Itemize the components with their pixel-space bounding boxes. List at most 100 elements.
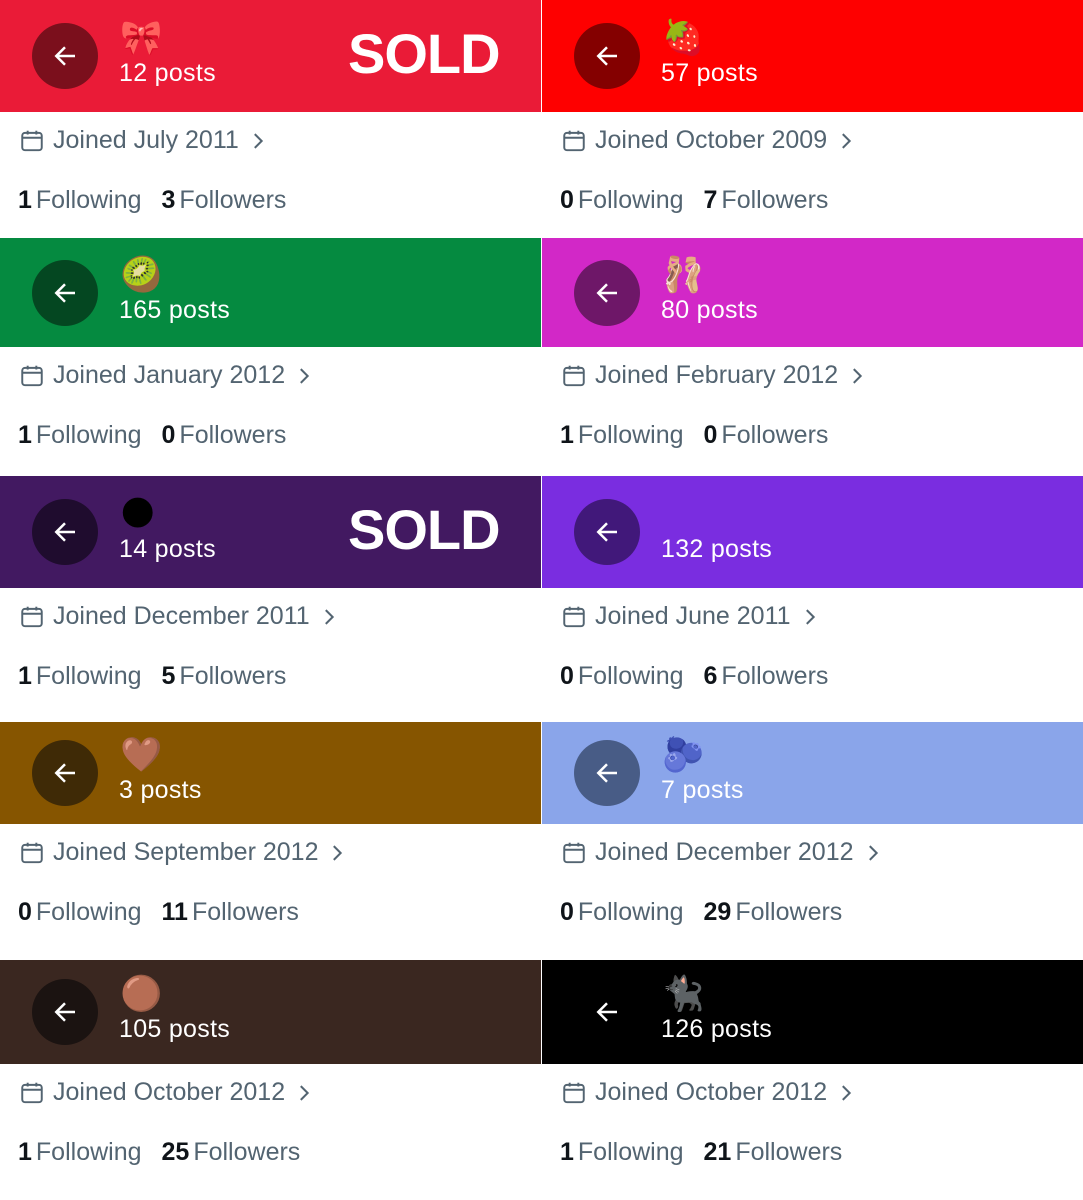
- back-arrow-icon: [592, 997, 622, 1027]
- following-count[interactable]: 1: [560, 421, 574, 450]
- chevron-right-icon: [827, 130, 857, 152]
- followers-count[interactable]: 25: [162, 1138, 190, 1167]
- followers-count[interactable]: 5: [162, 662, 176, 691]
- follow-stats: 1 Following 5 Followers: [18, 662, 286, 691]
- back-arrow-icon: [50, 41, 80, 71]
- join-date[interactable]: Joined June 2011: [561, 602, 821, 631]
- followers-label[interactable]: Followers: [735, 1138, 842, 1167]
- following-count[interactable]: 1: [560, 1138, 574, 1167]
- chevron-right-icon: [318, 842, 348, 864]
- followers-label[interactable]: Followers: [179, 662, 286, 691]
- follow-stats: 1 Following 3 Followers: [18, 186, 286, 215]
- profile-emoji: 🐈‍⬛: [662, 974, 705, 1014]
- followers-count[interactable]: 7: [704, 186, 718, 215]
- join-date-text: Joined October 2012: [595, 1078, 828, 1106]
- chevron-right-icon: [285, 365, 315, 387]
- back-arrow-icon: [592, 517, 622, 547]
- join-date[interactable]: Joined December 2012: [561, 838, 884, 867]
- followers-label[interactable]: Followers: [192, 898, 299, 927]
- followers-label[interactable]: Followers: [721, 421, 828, 450]
- followers-count[interactable]: 0: [162, 421, 176, 450]
- back-arrow-icon: [592, 41, 622, 71]
- profile-emoji: 🎀: [120, 18, 163, 58]
- following-count[interactable]: 0: [18, 898, 32, 927]
- chevron-right-icon: [838, 365, 868, 387]
- calendar-icon: [561, 840, 595, 866]
- join-date-text: Joined February 2012: [595, 361, 839, 389]
- profile-emoji: 🟤: [120, 974, 163, 1014]
- join-date[interactable]: Joined October 2009: [561, 126, 857, 155]
- back-button[interactable]: [574, 260, 640, 326]
- following-label[interactable]: Following: [36, 186, 142, 215]
- join-date-text: Joined July 2011: [53, 126, 239, 154]
- following-label[interactable]: Following: [578, 662, 684, 691]
- followers-label[interactable]: Followers: [193, 1138, 300, 1167]
- following-label[interactable]: Following: [36, 421, 142, 450]
- profile-emoji: 🩰: [662, 255, 705, 295]
- following-count[interactable]: 0: [560, 186, 574, 215]
- join-date[interactable]: Joined December 2011: [19, 602, 340, 631]
- followers-label[interactable]: Followers: [179, 186, 286, 215]
- following-count[interactable]: 1: [18, 662, 32, 691]
- following-label[interactable]: Following: [578, 421, 684, 450]
- join-date[interactable]: Joined September 2012: [19, 838, 348, 867]
- back-button[interactable]: [574, 979, 640, 1045]
- following-count[interactable]: 1: [18, 421, 32, 450]
- join-date[interactable]: Joined October 2012: [19, 1078, 315, 1107]
- following-label[interactable]: Following: [578, 1138, 684, 1167]
- back-button[interactable]: [32, 23, 98, 89]
- post-count: 165 posts: [119, 296, 231, 324]
- followers-count[interactable]: 6: [704, 662, 718, 691]
- calendar-icon: [561, 363, 595, 389]
- following-count[interactable]: 1: [18, 186, 32, 215]
- join-date[interactable]: Joined February 2012: [561, 361, 868, 390]
- join-date-text: Joined September 2012: [53, 838, 319, 866]
- following-label[interactable]: Following: [36, 662, 142, 691]
- followers-count[interactable]: 0: [704, 421, 718, 450]
- followers-count[interactable]: 3: [162, 186, 176, 215]
- follow-stats: 0 Following 6 Followers: [560, 662, 828, 691]
- following-label[interactable]: Following: [36, 1138, 142, 1167]
- followers-label[interactable]: Followers: [179, 421, 286, 450]
- following-label[interactable]: Following: [578, 898, 684, 927]
- back-button[interactable]: [32, 740, 98, 806]
- profile-card: 🫐7 postsSOLDJoined December 20120Followi…: [542, 722, 1083, 960]
- join-date-text: Joined June 2011: [595, 602, 791, 630]
- chevron-right-icon: [310, 606, 340, 628]
- followers-count[interactable]: 21: [704, 1138, 732, 1167]
- join-date[interactable]: Joined October 2012: [561, 1078, 857, 1107]
- calendar-icon: [19, 363, 53, 389]
- profile-card: 🩰 80 posts Joined February 2012 1 Following 0…: [542, 238, 1083, 476]
- following-count[interactable]: 0: [560, 662, 574, 691]
- join-date-text: Joined December 2012: [595, 838, 854, 866]
- followers-label[interactable]: Followers: [721, 662, 828, 691]
- following-label[interactable]: Following: [578, 186, 684, 215]
- back-button[interactable]: [32, 979, 98, 1045]
- join-date[interactable]: Joined July 2011: [19, 126, 269, 155]
- post-count: 12 posts: [119, 59, 216, 87]
- join-date[interactable]: Joined January 2012: [19, 361, 315, 390]
- chevron-right-icon: [854, 842, 884, 864]
- following-count[interactable]: 0: [560, 898, 574, 927]
- chevron-right-icon: [791, 606, 821, 628]
- join-date-text: Joined October 2009: [595, 126, 828, 154]
- followers-count[interactable]: 29: [704, 898, 732, 927]
- back-button[interactable]: [574, 23, 640, 89]
- calendar-icon: [561, 604, 595, 630]
- back-arrow-icon: [592, 758, 622, 788]
- chevron-right-icon: [239, 130, 269, 152]
- back-button[interactable]: [574, 740, 640, 806]
- follow-stats: 0 Following 29 Followers: [560, 898, 842, 927]
- following-count[interactable]: 1: [18, 1138, 32, 1167]
- back-button[interactable]: [32, 260, 98, 326]
- post-count: 126 posts: [661, 1015, 773, 1043]
- back-button[interactable]: [32, 499, 98, 565]
- followers-count[interactable]: 11: [162, 898, 188, 927]
- followers-label[interactable]: Followers: [721, 186, 828, 215]
- post-count: 7 posts: [661, 776, 744, 804]
- followers-label[interactable]: Followers: [735, 898, 842, 927]
- profile-card: 🍓 57 posts Joined October 2009 0 Following 7 F…: [542, 0, 1083, 238]
- following-label[interactable]: Following: [36, 898, 142, 927]
- back-button[interactable]: [574, 499, 640, 565]
- follow-stats: 1 Following 21 Followers: [560, 1138, 842, 1167]
